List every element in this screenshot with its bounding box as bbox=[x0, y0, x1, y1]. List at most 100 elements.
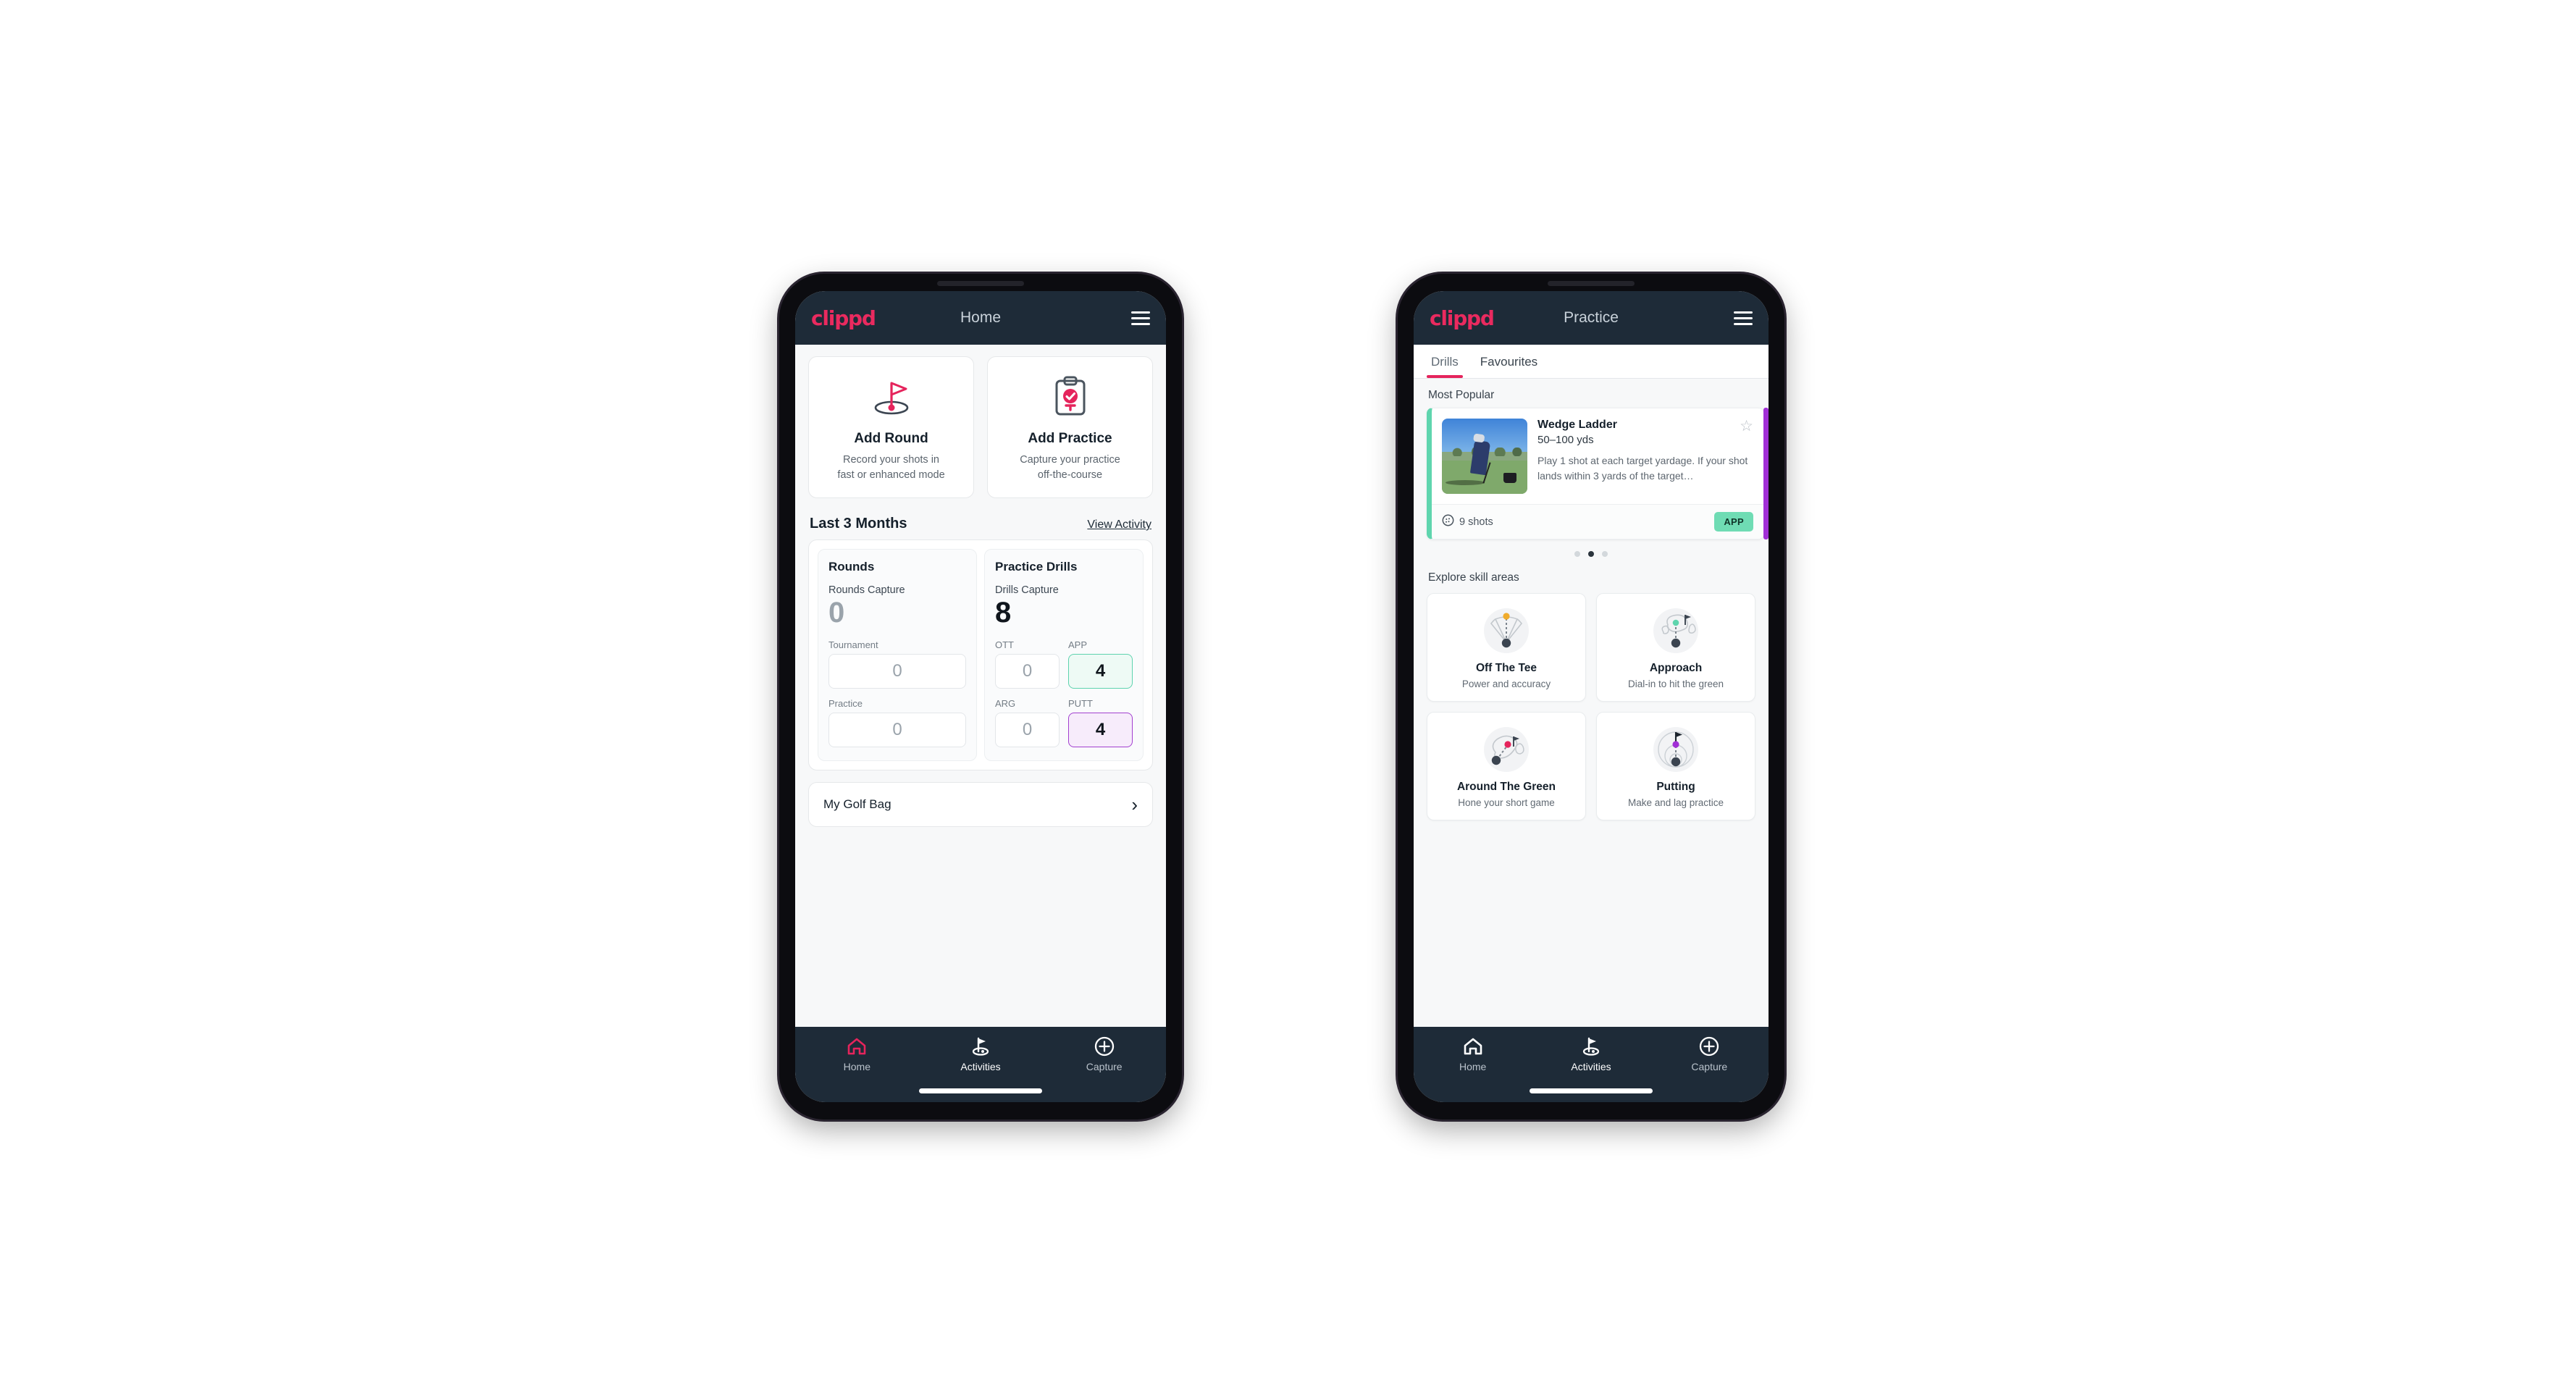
practice-tabs: Drills Favourites bbox=[1414, 345, 1769, 379]
nav-item-capture[interactable]: Capture bbox=[1650, 1036, 1769, 1072]
section-title: Last 3 Months bbox=[810, 516, 907, 532]
putt-field: PUTT 4 bbox=[1068, 698, 1133, 748]
skill-card-approach[interactable]: Approach Dial-in to hit the green bbox=[1596, 593, 1755, 702]
add-practice-card[interactable]: Add Practice Capture your practice off-t… bbox=[987, 356, 1153, 499]
skill-title-around-the-green: Around The Green bbox=[1456, 781, 1556, 793]
ott-app-row: OTT 0 APP 4 bbox=[995, 639, 1133, 689]
nav-label-activities: Activities bbox=[1571, 1061, 1611, 1072]
drill-shots-label: 9 shots bbox=[1459, 516, 1493, 528]
home-icon bbox=[795, 1036, 919, 1057]
practice-screen: clippd Practice Drills Favourites Most P… bbox=[1414, 291, 1769, 1102]
approach-green-icon bbox=[1603, 604, 1749, 658]
nav-label-capture: Capture bbox=[1086, 1061, 1123, 1072]
golf-flag-icon bbox=[919, 1036, 1043, 1057]
plus-circle-icon bbox=[1650, 1036, 1769, 1057]
next-card-accent-strip[interactable] bbox=[1763, 408, 1769, 539]
add-round-title: Add Round bbox=[854, 431, 928, 446]
rounds-capture-label: Rounds Capture bbox=[828, 584, 905, 597]
nav-label-home: Home bbox=[843, 1061, 871, 1072]
last-3-months-header: Last 3 Months View Activity bbox=[795, 504, 1166, 539]
ott-label: OTT bbox=[995, 639, 1014, 651]
nav-label-capture: Capture bbox=[1691, 1061, 1728, 1072]
nav-label-activities: Activities bbox=[960, 1061, 1001, 1072]
home-content: Add Round Record your shots in fast or e… bbox=[795, 345, 1166, 1027]
golf-ball-icon bbox=[1442, 514, 1454, 529]
quick-actions-row: Add Round Record your shots in fast or e… bbox=[795, 345, 1166, 504]
nav-item-activities[interactable]: Activities bbox=[1532, 1036, 1650, 1072]
most-popular-label: Most Popular bbox=[1428, 389, 1495, 401]
drill-description: Play 1 shot at each target yardage. If y… bbox=[1537, 455, 1748, 482]
practice-label: Practice bbox=[828, 698, 863, 710]
carousel-dot-1[interactable] bbox=[1574, 551, 1580, 557]
drill-yardage: 50–100 yds bbox=[1537, 434, 1594, 446]
plus-circle-icon bbox=[1042, 1036, 1166, 1057]
nav-item-home[interactable]: Home bbox=[795, 1036, 919, 1072]
tournament-label: Tournament bbox=[828, 639, 878, 651]
skill-sub-putting: Make and lag practice bbox=[1627, 797, 1724, 808]
drill-name: Wedge Ladder bbox=[1537, 419, 1617, 431]
add-round-sub-line2: fast or enhanced mode bbox=[837, 469, 945, 482]
practice-drills-column: Practice Drills Drills Capture 8 OTT 0 A… bbox=[984, 549, 1144, 762]
phone-mockup-practice: clippd Practice Drills Favourites Most P… bbox=[1398, 274, 1784, 1120]
drill-card-wedge-ladder[interactable]: Wedge Ladder 50–100 yds ☆ Play 1 shot at… bbox=[1427, 408, 1764, 539]
arg-putt-row: ARG 0 PUTT 4 bbox=[995, 698, 1133, 748]
add-round-sub-line1: Record your shots in bbox=[843, 454, 939, 466]
skill-title-putting: Putting bbox=[1656, 781, 1695, 793]
nav-item-activities[interactable]: Activities bbox=[919, 1036, 1043, 1072]
app-field: APP 4 bbox=[1068, 639, 1133, 689]
star-outline-icon[interactable]: ☆ bbox=[1740, 419, 1753, 434]
add-round-card[interactable]: Add Round Record your shots in fast or e… bbox=[808, 356, 974, 499]
carousel-dot-3[interactable] bbox=[1602, 551, 1608, 557]
rounds-fields: Tournament 0 Practice 0 bbox=[828, 639, 966, 748]
tab-drills[interactable]: Drills bbox=[1427, 345, 1463, 378]
hamburger-icon[interactable] bbox=[1734, 311, 1753, 325]
drills-capture-value: 8 bbox=[995, 597, 1012, 629]
skill-card-around-the-green[interactable]: Around The Green Hone your short game bbox=[1427, 712, 1586, 820]
home-appbar: clippd Home bbox=[795, 291, 1166, 345]
drills-heading: Practice Drills bbox=[995, 560, 1078, 574]
ott-field: OTT 0 bbox=[995, 639, 1060, 689]
practice-bottom-nav: Home Activities Capture bbox=[1414, 1027, 1769, 1102]
nav-label-home: Home bbox=[1459, 1061, 1487, 1072]
skill-card-off-the-tee[interactable]: Off The Tee Power and accuracy bbox=[1427, 593, 1586, 702]
golf-flag-icon bbox=[1532, 1036, 1650, 1057]
drill-carousel[interactable]: Wedge Ladder 50–100 yds ☆ Play 1 shot at… bbox=[1414, 408, 1769, 539]
carousel-dot-2[interactable] bbox=[1588, 551, 1594, 557]
tab-favourites[interactable]: Favourites bbox=[1479, 345, 1539, 378]
skill-card-putting[interactable]: Putting Make and lag practice bbox=[1596, 712, 1755, 820]
arg-value[interactable]: 0 bbox=[995, 713, 1060, 748]
golf-flag-hole-icon bbox=[816, 373, 966, 421]
stats-panel: Rounds Rounds Capture 0 Tournament 0 Pra… bbox=[808, 539, 1153, 771]
drill-info: Wedge Ladder 50–100 yds ☆ Play 1 shot at… bbox=[1537, 419, 1753, 494]
my-golf-bag-row[interactable]: My Golf Bag › bbox=[808, 782, 1153, 828]
drills-fields: OTT 0 APP 4 ARG 0 PUTT 4 bbox=[995, 639, 1133, 748]
hamburger-icon[interactable] bbox=[1131, 311, 1150, 325]
nav-item-home[interactable]: Home bbox=[1414, 1036, 1532, 1072]
skill-sub-around-the-green: Hone your short game bbox=[1458, 797, 1555, 808]
home-icon bbox=[1414, 1036, 1532, 1057]
add-practice-sub-line1: Capture your practice bbox=[1020, 454, 1120, 466]
add-round-sub: Record your shots in fast or enhanced mo… bbox=[816, 453, 966, 483]
carousel-dots[interactable] bbox=[1414, 539, 1769, 561]
clipboard-check-icon bbox=[995, 373, 1145, 421]
nav-item-capture[interactable]: Capture bbox=[1042, 1036, 1166, 1072]
practice-field: Practice 0 bbox=[828, 698, 966, 748]
view-activity-link[interactable]: View Activity bbox=[1087, 518, 1151, 532]
rounds-heading: Rounds bbox=[828, 560, 875, 574]
tee-shot-dispersion-icon bbox=[1433, 604, 1579, 658]
rounds-capture-value: 0 bbox=[828, 597, 845, 629]
screenshot-canvas: clippd Home Add Round Record your shots … bbox=[0, 0, 2576, 1386]
home-bottom-nav: Home Activities Capture bbox=[795, 1027, 1166, 1102]
ott-value[interactable]: 0 bbox=[995, 654, 1060, 689]
app-value[interactable]: 4 bbox=[1068, 654, 1133, 689]
drill-name-row: Wedge Ladder 50–100 yds ☆ bbox=[1537, 419, 1753, 446]
my-golf-bag-label: My Golf Bag bbox=[823, 797, 891, 812]
drill-thumbnail bbox=[1442, 419, 1527, 494]
practice-appbar: clippd Practice bbox=[1414, 291, 1769, 345]
skill-areas-grid: Off The Tee Power and accuracy Approach … bbox=[1414, 590, 1769, 832]
practice-value[interactable]: 0 bbox=[828, 713, 966, 748]
page-title: Practice bbox=[1564, 309, 1619, 326]
putt-value[interactable]: 4 bbox=[1068, 713, 1133, 748]
arg-field: ARG 0 bbox=[995, 698, 1060, 748]
tournament-value[interactable]: 0 bbox=[828, 654, 966, 689]
